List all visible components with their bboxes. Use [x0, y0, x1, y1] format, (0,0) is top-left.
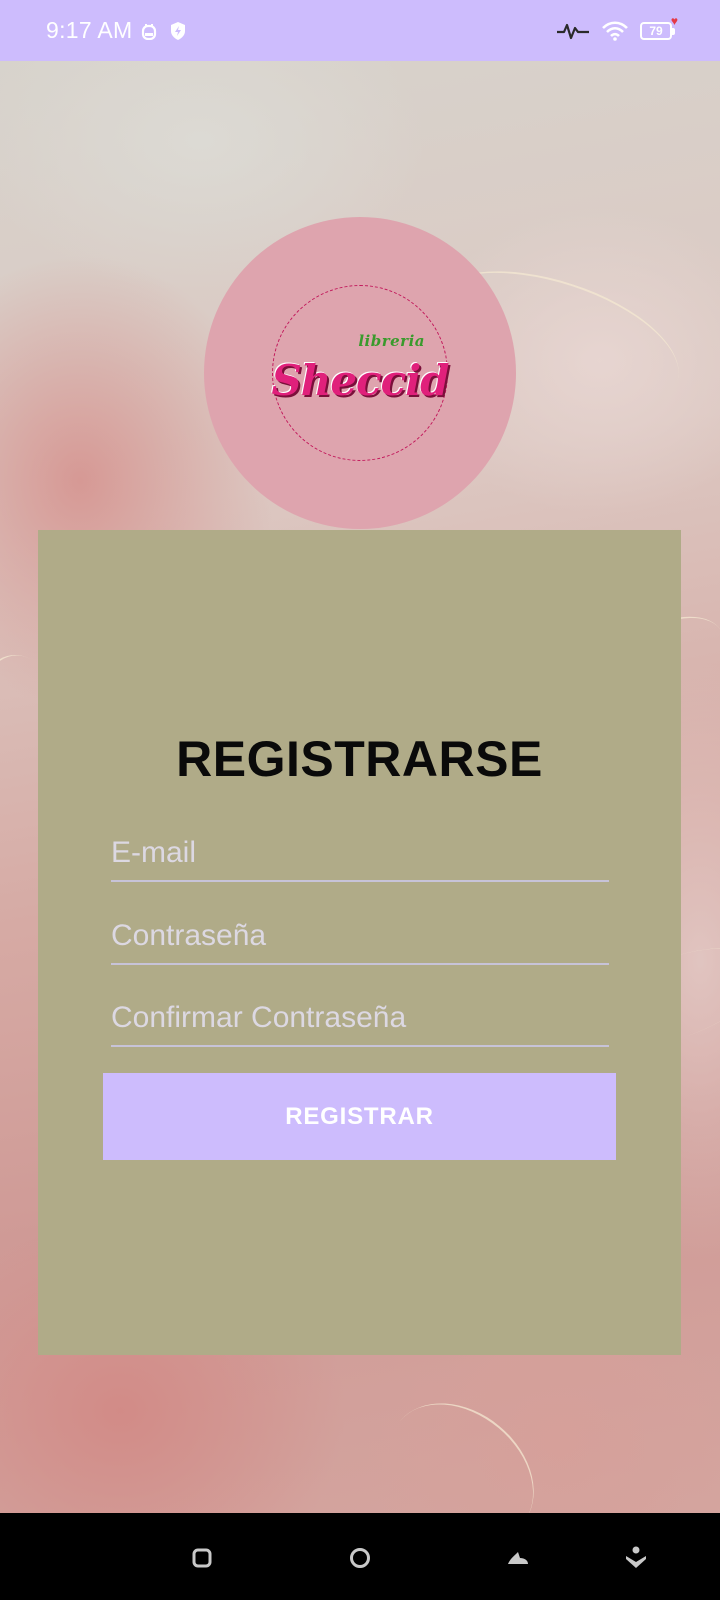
- register-screen: 9:17 AM 79 ♥ libreria Sheccid REGISTRARS…: [0, 0, 720, 1600]
- activity-icon: [556, 22, 590, 40]
- home-circle-icon[interactable]: [343, 1541, 377, 1575]
- logo: libreria Sheccid: [204, 217, 516, 529]
- wifi-icon: [602, 20, 628, 41]
- register-card: REGISTRARSE REGISTRAR: [38, 530, 681, 1355]
- vpn-shield-icon: [169, 21, 187, 41]
- page-title: REGISTRARSE: [176, 731, 543, 787]
- email-input[interactable]: [111, 832, 609, 880]
- alarm-icon: [141, 22, 157, 40]
- email-field[interactable]: [111, 832, 609, 882]
- logo-brand: Sheccid: [271, 355, 449, 405]
- logo-subtitle: libreria: [358, 332, 425, 350]
- nav-bar: [0, 1513, 720, 1600]
- confirm-password-field[interactable]: [111, 997, 609, 1047]
- password-input[interactable]: [111, 915, 609, 963]
- password-field[interactable]: [111, 915, 609, 965]
- status-time: 9:17 AM: [46, 17, 133, 43]
- battery-icon: 79 ♥: [640, 15, 678, 40]
- status-bar: 9:17 AM 79 ♥: [0, 0, 720, 61]
- battery-level: 79: [649, 23, 663, 38]
- logo-ring: libreria Sheccid: [271, 285, 450, 461]
- confirm-password-input[interactable]: [111, 997, 609, 1045]
- recents-square-icon[interactable]: [185, 1541, 219, 1575]
- register-button[interactable]: REGISTRAR: [103, 1073, 616, 1160]
- back-icon[interactable]: [501, 1541, 535, 1575]
- status-left-icons: [141, 21, 187, 41]
- heart-icon: ♥: [670, 13, 678, 28]
- status-right-icons: 79 ♥: [556, 15, 678, 41]
- assistant-icon[interactable]: [619, 1541, 653, 1575]
